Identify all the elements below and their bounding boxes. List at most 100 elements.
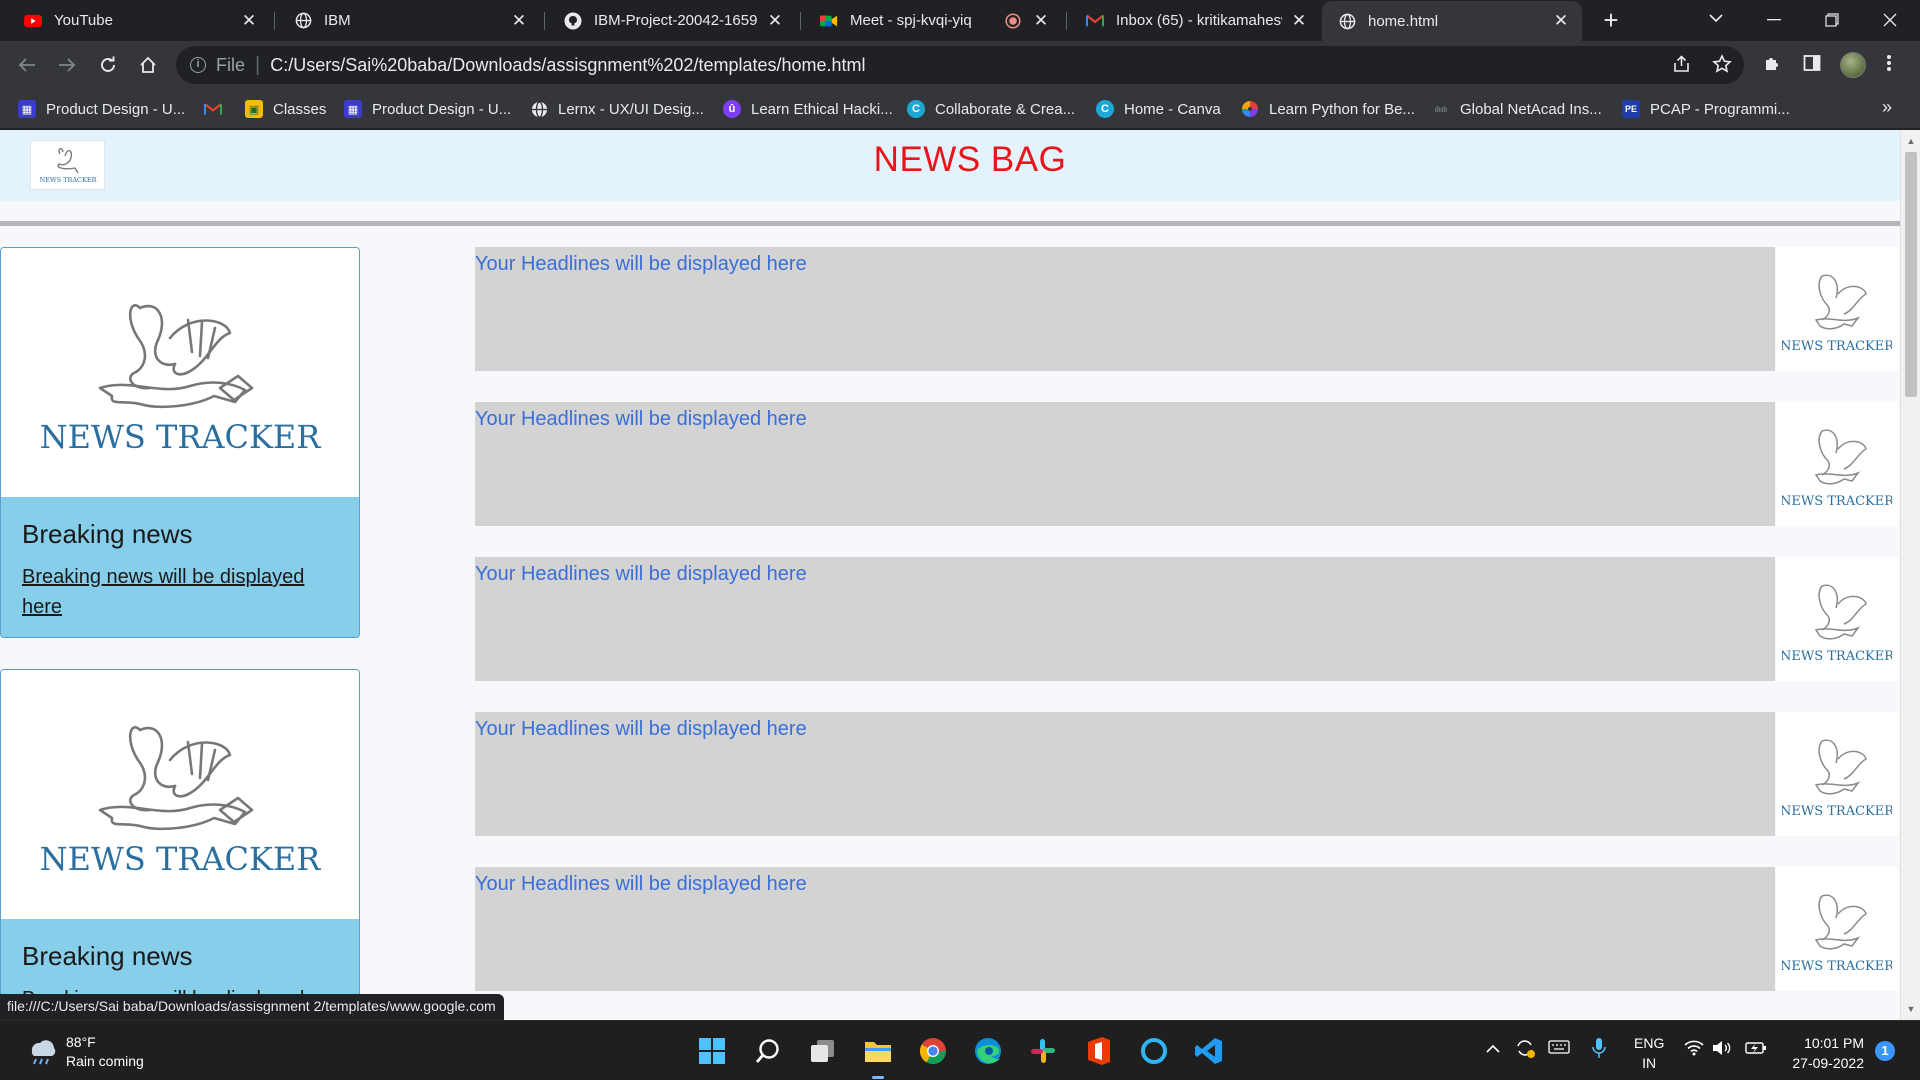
search-icon[interactable] (752, 1035, 784, 1067)
headline-box[interactable]: Your Headlines will be displayed here (475, 867, 1775, 991)
back-button[interactable] (13, 51, 41, 79)
side-panel-icon[interactable] (1802, 53, 1822, 79)
notification-badge[interactable]: 1 (1875, 1041, 1895, 1061)
tab-github[interactable]: IBM-Project-20042-165971 ✕ (548, 0, 796, 41)
tab-search-chevron-icon[interactable] (1708, 10, 1724, 26)
headline-box[interactable]: Your Headlines will be displayed here (475, 712, 1775, 836)
tab-gmail[interactable]: Inbox (65) - kritikamaheswa ✕ (1070, 0, 1320, 41)
logo-text: NEWS TRACKER (1782, 339, 1892, 354)
bookmark-label: Global NetAcad Ins... (1460, 100, 1602, 118)
bookmark-star-icon[interactable] (1712, 54, 1732, 80)
news-tracker-logo-image: NEWS TRACKER (1, 248, 359, 497)
bookmark-product-design-1[interactable]: ▦ Product Design - U... (18, 98, 185, 120)
headline-box[interactable]: Your Headlines will be displayed here (475, 247, 1775, 371)
clock-time: 10:01 PM (1804, 1035, 1864, 1051)
tab-divider (274, 12, 275, 30)
product-design-icon: ▦ (18, 100, 36, 118)
logo-text: NEWS TRACKER (40, 418, 322, 456)
bookmark-label: PCAP - Programmi... (1650, 100, 1790, 118)
task-view-icon[interactable] (806, 1035, 838, 1067)
office-icon[interactable] (1083, 1035, 1115, 1067)
bookmark-product-design-2[interactable]: ▦ Product Design - U... (344, 98, 511, 120)
tab-strip: YouTube ✕ IBM ✕ IBM-Project-20042-165971… (0, 0, 1920, 41)
bookmark-label: Learn Ethical Hacki... (751, 100, 893, 118)
keyboard-icon[interactable] (1548, 1039, 1570, 1058)
battery-icon[interactable] (1745, 1040, 1767, 1059)
tab-youtube[interactable]: YouTube ✕ (8, 0, 270, 41)
tray-overflow-chevron-icon[interactable] (1485, 1041, 1501, 1057)
logo-text: NEWS TRACKER (40, 840, 322, 878)
file-explorer-icon[interactable] (862, 1035, 894, 1067)
close-tab-icon[interactable]: ✕ (240, 11, 258, 30)
bookmark-pcap[interactable]: PE PCAP - Programmi... (1622, 98, 1790, 120)
address-bar[interactable]: i File | C:/Users/Sai%20baba/Downloads/a… (176, 46, 1744, 84)
tab-home-html[interactable]: home.html ✕ (1322, 1, 1582, 41)
bookmark-home-canva[interactable]: C Home - Canva (1096, 98, 1221, 120)
bookmark-ethical-hacking[interactable]: û Learn Ethical Hacki... (723, 98, 893, 120)
sync-icon[interactable] (1514, 1037, 1536, 1062)
chrome-icon[interactable] (917, 1035, 949, 1067)
scrollbar-thumb[interactable] (1905, 152, 1917, 397)
restore-button[interactable] (1803, 0, 1861, 40)
vscode-icon[interactable] (1193, 1035, 1225, 1067)
page-scrollbar[interactable]: ▲ ▼ (1900, 130, 1920, 1020)
scroll-up-icon[interactable]: ▲ (1905, 136, 1917, 146)
bookmark-gmail[interactable] (204, 98, 232, 120)
bookmark-learn-python[interactable]: Learn Python for Be... (1241, 98, 1415, 120)
headline-thumbnail: NEWS TRACKER (1776, 402, 1898, 526)
close-window-button[interactable] (1861, 0, 1919, 40)
close-tab-icon[interactable]: ✕ (1290, 11, 1308, 30)
cortana-icon[interactable] (1138, 1035, 1170, 1067)
bookmark-label: Collaborate & Crea... (935, 100, 1076, 118)
start-icon[interactable] (696, 1035, 728, 1067)
headline-text[interactable]: Your Headlines will be displayed here (475, 718, 807, 741)
new-tab-button[interactable]: + (1598, 7, 1624, 34)
headline-text[interactable]: Your Headlines will be displayed here (475, 873, 807, 896)
bookmark-lernx[interactable]: Lernx - UX/UI Desig... (530, 98, 704, 120)
headline-text[interactable]: Your Headlines will be displayed here (475, 408, 807, 431)
tab-title: IBM (324, 12, 351, 29)
headline-text[interactable]: Your Headlines will be displayed here (475, 253, 807, 276)
wifi-icon[interactable] (1684, 1040, 1704, 1059)
close-tab-icon[interactable]: ✕ (510, 11, 528, 30)
slack-icon[interactable] (1027, 1035, 1059, 1067)
close-tab-icon[interactable]: ✕ (1552, 12, 1570, 30)
forward-button[interactable] (53, 51, 81, 79)
tab-ibm[interactable]: IBM ✕ (278, 0, 540, 41)
headline-box[interactable]: Your Headlines will be displayed here (475, 402, 1775, 526)
bookmark-collaborate-canva[interactable]: C Collaborate & Crea... (907, 98, 1075, 120)
recording-icon (1004, 12, 1022, 30)
breaking-news-link[interactable]: Breaking news will be displayed here (22, 566, 304, 618)
bookmark-netacad[interactable]: ılıılı Global NetAcad Ins... (1432, 98, 1602, 120)
scroll-down-icon[interactable]: ▼ (1905, 1004, 1917, 1014)
headline-box[interactable]: Your Headlines will be displayed here (475, 557, 1775, 681)
minimize-button[interactable] (1745, 0, 1803, 40)
canva-icon: C (907, 100, 925, 118)
weather-temp: 88°F (66, 1034, 96, 1050)
volume-icon[interactable] (1712, 1040, 1732, 1059)
language-indicator[interactable]: ENG IN (1634, 1033, 1664, 1073)
extensions-icon[interactable] (1762, 53, 1782, 79)
bookmark-classes[interactable]: ▣ Classes (245, 98, 326, 120)
logo-text: NEWS TRACKER (1782, 649, 1892, 664)
bookmarks-bar: ▦ Product Design - U... ▣ Classes ▦ Prod… (0, 89, 1920, 129)
reload-button[interactable] (94, 51, 122, 79)
microphone-icon[interactable] (1592, 1037, 1606, 1062)
headline-thumbnail: NEWS TRACKER (1776, 867, 1898, 991)
scheme-label: File (216, 54, 246, 75)
system-clock[interactable]: 10:01 PM 27-09-2022 (1780, 1033, 1864, 1073)
tab-meet[interactable]: Meet - spj-kvqi-yiq ✕ (804, 0, 1062, 41)
home-button[interactable] (134, 51, 162, 79)
info-icon[interactable]: i (190, 57, 206, 73)
close-tab-icon[interactable]: ✕ (1032, 11, 1050, 30)
close-tab-icon[interactable]: ✕ (766, 11, 784, 30)
profile-avatar[interactable] (1840, 52, 1866, 78)
headline-text[interactable]: Your Headlines will be displayed here (475, 563, 807, 586)
weather-desc: Rain coming (66, 1053, 144, 1069)
edge-icon[interactable] (972, 1035, 1004, 1067)
chrome-menu-icon[interactable] (1886, 53, 1892, 79)
address-url[interactable]: C:/Users/Sai%20baba/Downloads/assisgnmen… (270, 55, 865, 76)
share-icon[interactable] (1672, 54, 1692, 80)
weather-widget[interactable]: 88°F Rain coming (24, 1033, 144, 1071)
more-bookmarks-icon[interactable]: » (1882, 97, 1892, 118)
